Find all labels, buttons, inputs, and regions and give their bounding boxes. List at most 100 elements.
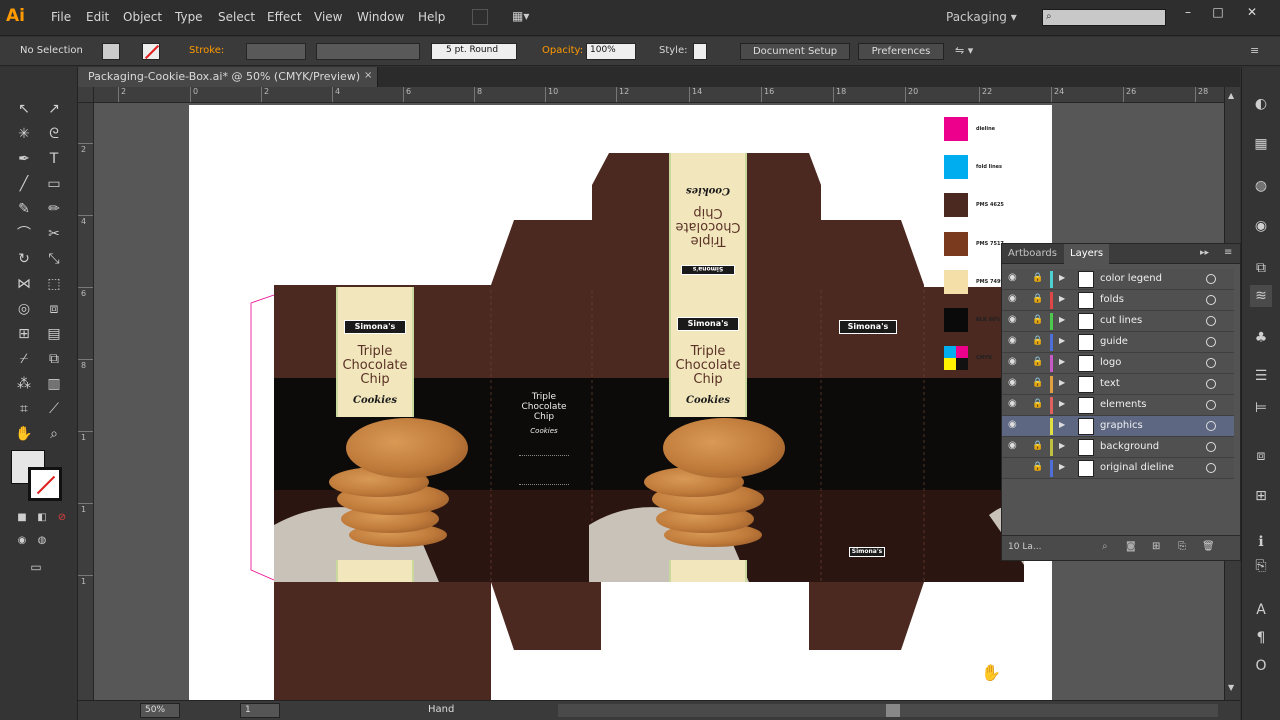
expand-arrow-icon[interactable]: ▶ xyxy=(1059,378,1065,387)
visibility-eye-icon[interactable]: ◉ xyxy=(1008,440,1024,451)
stroke-label[interactable]: Stroke: xyxy=(189,45,224,56)
layer-name[interactable]: folds xyxy=(1100,294,1124,305)
variable-width-select[interactable] xyxy=(316,43,420,60)
layer-row[interactable]: ◉ 🔒 ▶ text xyxy=(1002,374,1234,395)
layer-name[interactable]: background xyxy=(1100,441,1159,452)
menu-edit[interactable]: Edit xyxy=(86,10,109,24)
new-sublayer-icon[interactable]: ⊞ xyxy=(1152,541,1160,552)
pen-tool-icon[interactable]: ✒ xyxy=(12,148,36,170)
menu-object[interactable]: Object xyxy=(123,10,162,24)
layer-row[interactable]: ◉ 🔒 ▶ folds xyxy=(1002,290,1234,311)
preferences-button[interactable]: Preferences xyxy=(858,43,944,60)
vertical-ruler[interactable]: 2 4 6 8 1 1 1 xyxy=(78,103,94,700)
width-tool-icon[interactable]: ⋈ xyxy=(12,273,36,295)
target-circle-icon[interactable] xyxy=(1206,421,1216,431)
hand-tool-icon[interactable]: ✋ xyxy=(12,423,36,445)
scroll-thumb[interactable] xyxy=(886,704,900,717)
menu-type[interactable]: Type xyxy=(175,10,203,24)
zoom-field[interactable]: 50% xyxy=(140,703,180,718)
visibility-eye-icon[interactable]: ◉ xyxy=(1008,398,1024,409)
scale-tool-icon[interactable]: ⤡ xyxy=(42,248,66,270)
scroll-down-icon[interactable]: ▼ xyxy=(1228,683,1234,692)
paintbrush-tool-icon[interactable]: ✎ xyxy=(12,198,36,220)
gradient-tool-icon[interactable]: ▤ xyxy=(42,323,66,345)
expand-arrow-icon[interactable]: ▶ xyxy=(1059,273,1065,282)
visibility-eye-icon[interactable]: ◉ xyxy=(1008,335,1024,346)
document-setup-button[interactable]: Document Setup xyxy=(740,43,850,60)
new-layer-icon[interactable]: ⎘ xyxy=(1178,541,1186,552)
pencil-tool-icon[interactable]: ✏ xyxy=(42,198,66,220)
lock-icon[interactable]: 🔒 xyxy=(1032,357,1044,369)
artboards-panel-icon[interactable]: ⧉ xyxy=(1250,257,1272,279)
lasso-tool-icon[interactable]: ᘓ xyxy=(42,123,66,145)
screen-mode-icon[interactable]: ▭ xyxy=(24,556,48,578)
swatches-panel-icon[interactable]: ▦ xyxy=(1250,133,1272,155)
target-circle-icon[interactable] xyxy=(1206,358,1216,368)
expand-arrow-icon[interactable]: ▶ xyxy=(1059,336,1065,345)
layers-panel-icon[interactable]: ≋ xyxy=(1250,285,1272,307)
magic-wand-tool-icon[interactable]: ✳ xyxy=(12,123,36,145)
menu-effect[interactable]: Effect xyxy=(267,10,302,24)
eyedropper-tool-icon[interactable]: ⌿ xyxy=(12,348,36,370)
layer-name[interactable]: guide xyxy=(1100,336,1128,347)
expand-arrow-icon[interactable]: ▶ xyxy=(1059,441,1065,450)
symbol-sprayer-tool-icon[interactable]: ⁂ xyxy=(12,373,36,395)
target-circle-icon[interactable] xyxy=(1206,337,1216,347)
rotate-tool-icon[interactable]: ↻ xyxy=(12,248,36,270)
lock-icon[interactable]: 🔒 xyxy=(1032,315,1044,327)
expand-arrow-icon[interactable]: ▶ xyxy=(1059,315,1065,324)
visibility-eye-icon[interactable]: ◉ xyxy=(1008,272,1024,283)
artboard-tool-icon[interactable]: ⌗ xyxy=(12,398,36,420)
layer-name[interactable]: color legend xyxy=(1100,273,1162,284)
transform-panel-icon[interactable]: ⊞ xyxy=(1250,485,1272,507)
lock-icon[interactable]: 🔒 xyxy=(1032,273,1044,285)
lock-icon[interactable]: 🔒 xyxy=(1032,378,1044,390)
horizontal-scrollbar[interactable] xyxy=(558,704,1218,717)
locate-object-icon[interactable]: ⌕ xyxy=(1102,541,1108,552)
visibility-eye-icon[interactable]: ◉ xyxy=(1008,314,1024,325)
expand-arrow-icon[interactable]: ▶ xyxy=(1059,420,1065,429)
target-circle-icon[interactable] xyxy=(1206,463,1216,473)
visibility-eye-icon[interactable]: ◉ xyxy=(1008,356,1024,367)
brush-select[interactable]: 5 pt. Round xyxy=(431,43,517,60)
column-graph-tool-icon[interactable]: ▥ xyxy=(42,373,66,395)
opacity-field[interactable]: 100% xyxy=(586,43,636,60)
opacity-label[interactable]: Opacity: xyxy=(542,45,583,56)
character-panel-icon[interactable]: A xyxy=(1250,599,1272,621)
menu-help[interactable]: Help xyxy=(418,10,445,24)
scroll-up-icon[interactable]: ▲ xyxy=(1228,91,1234,100)
target-circle-icon[interactable] xyxy=(1206,442,1216,452)
stroke-color-icon[interactable] xyxy=(28,467,62,501)
expand-arrow-icon[interactable]: ▶ xyxy=(1059,462,1065,471)
zoom-tool-icon[interactable]: ⌕ xyxy=(42,423,66,445)
visibility-eye-icon[interactable]: ◉ xyxy=(1008,293,1024,304)
line-tool-icon[interactable]: ╱ xyxy=(12,173,36,195)
target-circle-icon[interactable] xyxy=(1206,295,1216,305)
search-input[interactable]: ⌕ xyxy=(1042,9,1166,26)
arrange-icon[interactable]: ⇋ ▾ xyxy=(955,44,985,57)
menu-window[interactable]: Window xyxy=(357,10,404,24)
lock-icon[interactable]: 🔒 xyxy=(1032,441,1044,453)
tab-artboards[interactable]: Artboards xyxy=(1002,244,1063,264)
links-panel-icon[interactable]: ⎘ xyxy=(1250,555,1272,577)
target-circle-icon[interactable] xyxy=(1206,400,1216,410)
stroke-panel-icon[interactable]: ☰ xyxy=(1250,365,1272,387)
target-circle-icon[interactable] xyxy=(1206,379,1216,389)
expand-arrow-icon[interactable]: ▶ xyxy=(1059,399,1065,408)
layer-row[interactable]: ◉ ▶ graphics xyxy=(1002,416,1234,437)
type-tool-icon[interactable]: T xyxy=(42,148,66,170)
fill-swatch[interactable] xyxy=(102,43,120,60)
rectangle-tool-icon[interactable]: ▭ xyxy=(42,173,66,195)
close-icon[interactable]: ✕ xyxy=(1244,5,1260,19)
artboard[interactable]: Simona's Triple Chocolate Chip Cookies S… xyxy=(189,105,1052,700)
visibility-eye-icon[interactable]: ◉ xyxy=(1008,419,1024,430)
horizontal-ruler[interactable]: 2 0 2 4 6 8 10 12 14 16 18 20 22 24 26 2… xyxy=(94,87,1240,103)
target-circle-icon[interactable] xyxy=(1206,316,1216,326)
lock-icon[interactable]: 🔒 xyxy=(1032,336,1044,348)
slice-tool-icon[interactable]: ⟋ xyxy=(42,398,66,420)
menu-view[interactable]: View xyxy=(314,10,342,24)
layer-row[interactable]: ◉ 🔒 ▶ elements xyxy=(1002,395,1234,416)
stroke-swatch[interactable] xyxy=(142,43,160,60)
menu-file[interactable]: File xyxy=(51,10,71,24)
ruler-origin[interactable] xyxy=(78,87,94,103)
